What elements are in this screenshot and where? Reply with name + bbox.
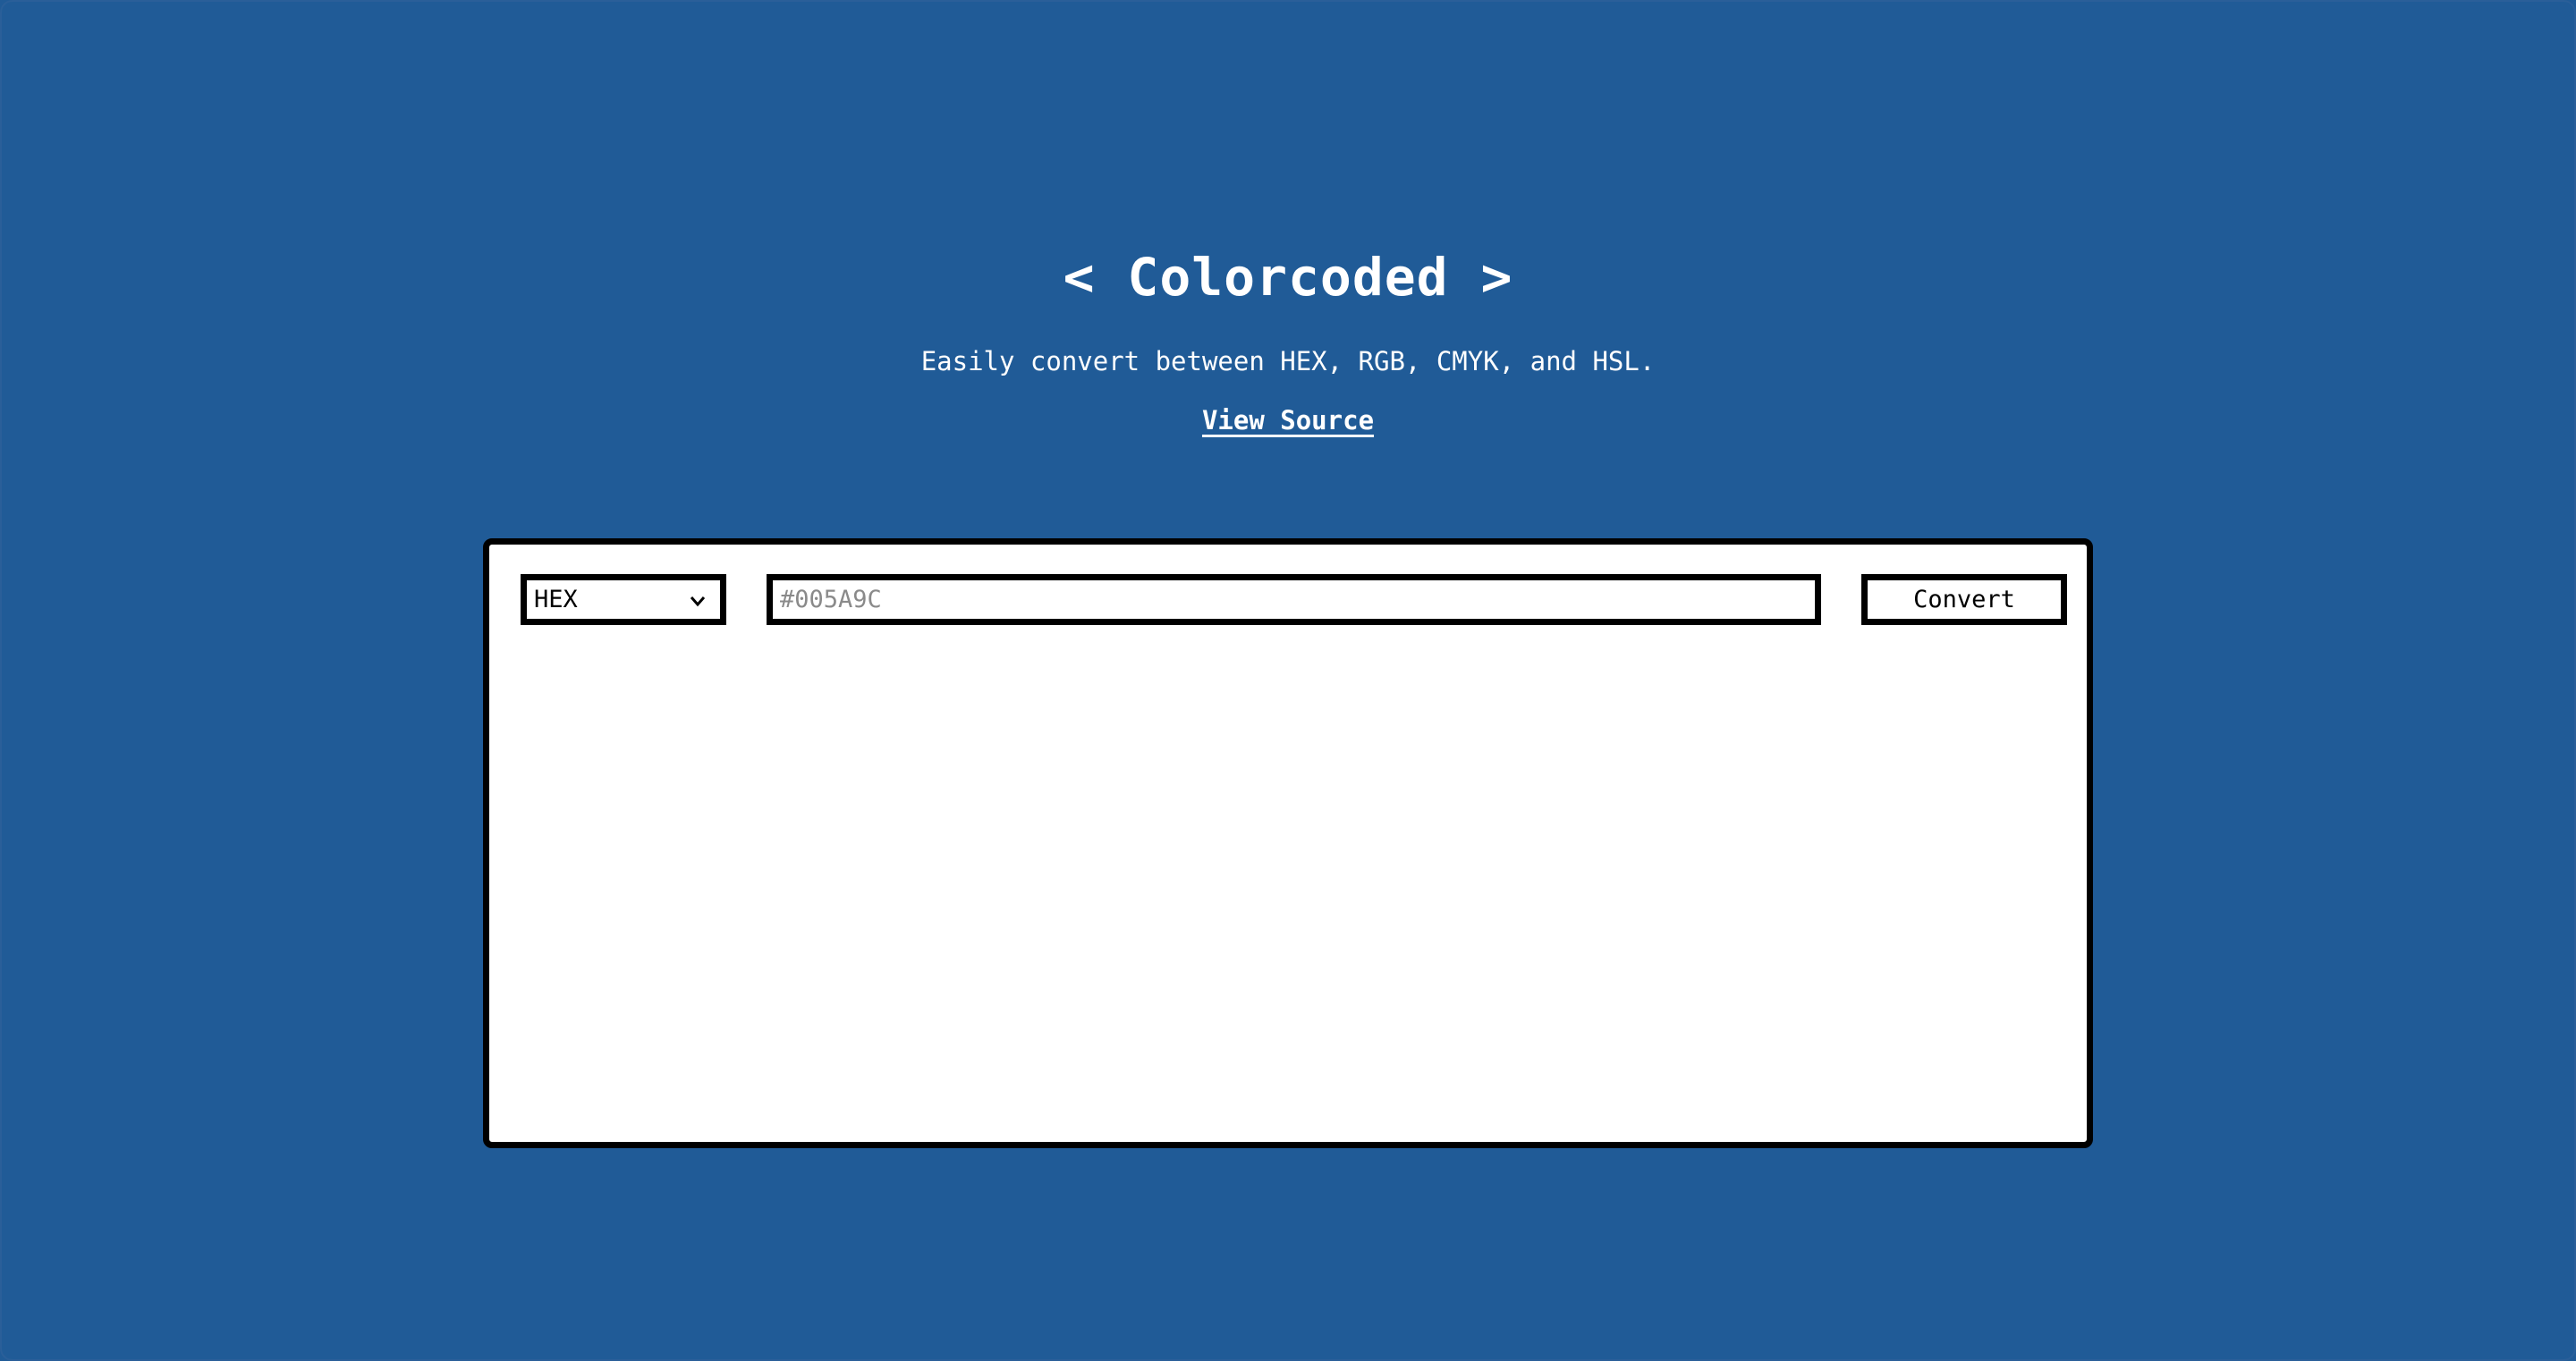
page-subtitle: Easily convert between HEX, RGB, CMYK, a… <box>920 346 1656 376</box>
source-link-container: View Source <box>0 401 2576 440</box>
converter-panel: HEX Convert <box>483 538 2093 1148</box>
page-title: < Colorcoded > <box>1063 247 1513 308</box>
view-source-link[interactable]: View Source <box>1202 405 1374 435</box>
chevron-down-icon <box>690 596 706 607</box>
format-select[interactable]: HEX <box>521 574 726 625</box>
convert-button[interactable]: Convert <box>1861 574 2067 625</box>
format-select-value: HEX <box>534 586 578 613</box>
color-value-input[interactable] <box>767 574 1821 625</box>
